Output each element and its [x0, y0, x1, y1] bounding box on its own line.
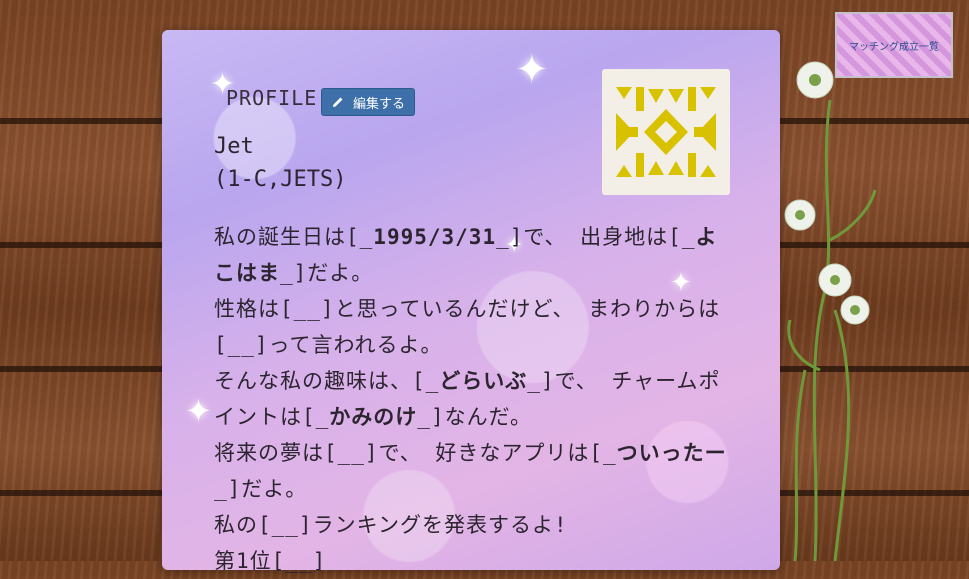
matching-list-label: マッチング成立一覧	[849, 41, 939, 53]
profile-name-block: Jet (1-C,JETS)	[214, 130, 346, 196]
edit-button-label: 編集する	[352, 96, 405, 112]
pencil-icon	[332, 97, 343, 107]
text-span: _]だよ。	[214, 477, 308, 501]
favorite-app-value: ついったー	[616, 441, 727, 465]
text-span: 第1位[__]	[214, 549, 327, 573]
profile-text: 私の誕生日は[_1995/3/31_]で、 出身地は[_よこはま_]だよ。 性格…	[214, 219, 734, 579]
profile-line-birthday: 私の誕生日は[_1995/3/31_]で、 出身地は[_よこはま_]だよ。	[214, 219, 734, 291]
text-span: 性格は[__]と思っているんだけど、 まわりからは[__]って言われるよ。	[214, 297, 721, 357]
matching-list-link[interactable]: マッチング成立一覧	[835, 12, 953, 78]
sparkle-icon: ✦	[185, 392, 212, 430]
identicon	[616, 87, 716, 177]
text-span: _]なんだ。	[417, 405, 532, 429]
sparkle-icon: ✦	[515, 47, 549, 93]
text-span: _]で、 出身地は[_	[496, 225, 696, 249]
text-span: 私の誕生日は[_	[214, 225, 374, 249]
text-span: 将来の夢は[__]で、 好きなアプリは[_	[214, 441, 617, 465]
profile-line-personality: 性格は[__]と思っているんだけど、 まわりからは[__]って言われるよ。	[214, 291, 734, 363]
edit-profile-button[interactable]: 編集する	[321, 88, 415, 116]
profile-line-ranking: 私の[__]ランキングを発表するよ!	[214, 507, 734, 543]
profile-line-hobby: そんな私の趣味は、[_どらいぶ_]で、 チャームポイントは[_かみのけ_]なんだ…	[214, 363, 734, 435]
profile-group: (1-C,JETS)	[214, 167, 347, 192]
profile-name: Jet	[214, 134, 254, 159]
birthday-value: 1995/3/31	[373, 225, 497, 249]
text-span: 私の[__]ランキングを発表するよ!	[214, 513, 568, 537]
text-span: _]だよ。	[280, 261, 374, 285]
charm-point-value: かみのけ	[329, 405, 418, 429]
hobby-value: どらいぶ	[439, 369, 528, 393]
flower-decoration	[784, 61, 877, 561]
profile-line-rank-1: 第1位[__]	[214, 543, 734, 579]
avatar	[602, 69, 730, 195]
text-span: そんな私の趣味は、[_	[214, 369, 440, 393]
profile-heading: PROFILE	[226, 86, 318, 110]
profile-line-dream: 将来の夢は[__]で、 好きなアプリは[_ついったー _]だよ。	[214, 435, 734, 507]
